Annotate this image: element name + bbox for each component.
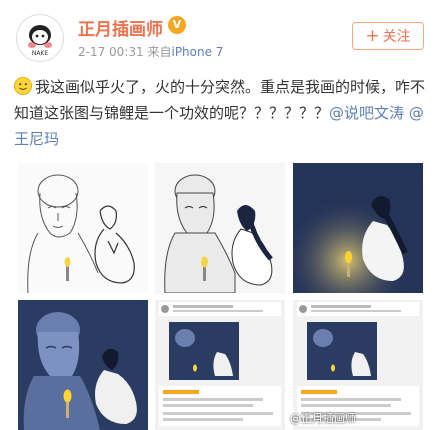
post-image-5[interactable] [155,300,285,430]
follow-button[interactable]: + 关注 [352,22,424,50]
smile-icon [14,77,32,95]
username[interactable]: 正月插画师 [78,15,163,40]
plus-icon: + [365,26,380,46]
avatar-illustration: NAKE [18,16,62,60]
buddha-night-image [18,300,148,430]
vip-badge-icon: V [168,16,186,34]
post-image-4[interactable] [18,300,148,430]
post-text: 我这画似乎火了，火的十分突然。重点是我画的时候，咋不知道这张图与锦鲤是一个功效的… [14,74,428,152]
girl-praying-night-image [293,163,423,293]
user-avatar[interactable]: NAKE [16,14,64,62]
buddha-sketch-image [18,163,148,293]
buddha-shaded-sketch-image [155,163,285,293]
post-image-1[interactable] [18,163,148,293]
post-meta: 2-17 00:31 来自iPhone 7 [78,43,223,60]
image-watermark: @正月插画师 [290,412,356,425]
post-source[interactable]: iPhone 7 [171,45,223,59]
post-image-3[interactable] [293,163,423,293]
post-time[interactable]: 2-17 00:31 [78,45,144,59]
comments-screenshot-image [155,300,285,430]
svg-text:NAKE: NAKE [32,50,49,57]
follow-label: 关注 [382,29,411,45]
mention-link[interactable]: @说吧文涛 [329,104,404,122]
post-image-2[interactable] [155,163,285,293]
source-prefix: 来自 [147,45,172,59]
post-header: NAKE 正月插画师 V 2-17 00:31 来自iPhone 7 + 关注 [0,0,440,62]
